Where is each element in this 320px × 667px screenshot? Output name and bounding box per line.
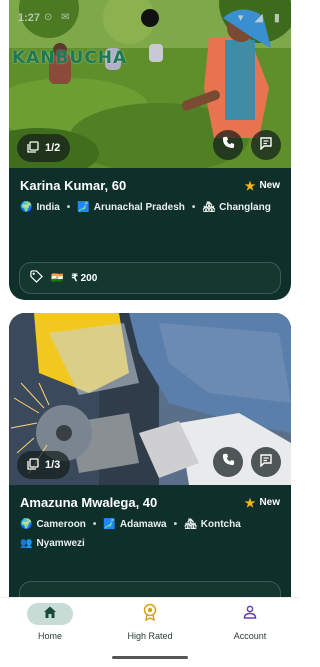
new-label: New <box>259 180 280 191</box>
state-label: Adamawa <box>119 519 167 530</box>
profile-card[interactable]: 1/2 Karina Kumar, 60 ★ New 🌍 India • 🗾 A… <box>9 0 291 300</box>
gesture-bar[interactable] <box>112 656 188 659</box>
profile-name: Karina Kumar, 60 <box>20 178 127 193</box>
nav-active-pill <box>27 603 73 625</box>
call-button[interactable] <box>213 447 243 477</box>
people-icon: 👥 <box>20 538 33 549</box>
app-screen: 1/2 Karina Kumar, 60 ★ New 🌍 India • 🗾 A… <box>0 0 300 667</box>
tag-icon <box>30 270 43 286</box>
new-label: New <box>259 497 280 508</box>
separator-dot: • <box>191 202 196 213</box>
map-icon: 🗾 <box>103 519 116 530</box>
state-label: Arunachal Pradesh <box>93 202 185 213</box>
house-icon: 🏘 <box>184 519 197 530</box>
photo-counter-pill[interactable]: 1/2 <box>17 134 71 162</box>
ethnicity-label: Nyamwezi <box>36 538 85 549</box>
globe-icon: 🌍 <box>20 202 33 213</box>
country-label: India <box>36 202 60 213</box>
profile-feed[interactable]: 1/2 Karina Kumar, 60 ★ New 🌍 India • 🗾 A… <box>0 0 300 597</box>
chat-icon <box>259 136 273 155</box>
phone-icon <box>222 453 235 471</box>
app-logo: KANBUCHA <box>12 48 128 68</box>
flag-icon: 🇮🇳 <box>51 272 64 284</box>
gallery-icon <box>27 457 39 473</box>
ethnicity-row: 👥 Nyamwezi <box>20 538 280 549</box>
town-label: Kontcha <box>200 519 241 530</box>
card-body: Amazuna Mwalega, 40 ★ New 🌍 Cameroon • 🗾… <box>9 495 291 549</box>
separator-dot: • <box>66 202 71 213</box>
location-row: 🌍 India • 🗾 Arunachal Pradesh • 🏘 Changl… <box>20 202 280 213</box>
gallery-icon <box>27 140 39 156</box>
call-button[interactable] <box>213 130 243 160</box>
message-button[interactable] <box>251 447 281 477</box>
medal-icon <box>142 603 158 626</box>
country-label: Cameroon <box>36 519 86 530</box>
star-icon: ★ <box>244 178 256 193</box>
location-row: 🌍 Cameroon • 🗾 Adamawa • 🏘 Kontcha <box>20 519 280 530</box>
new-badge: ★ New <box>245 179 280 193</box>
nav-high-rated[interactable]: High Rated <box>100 603 200 641</box>
nav-label: High Rated <box>127 631 173 641</box>
separator-dot: • <box>173 519 178 530</box>
price-label: ₹ 200 <box>71 272 98 284</box>
new-badge: ★ New <box>245 496 280 510</box>
photo-counter: 1/3 <box>45 459 61 471</box>
house-icon: 🏘 <box>202 202 216 213</box>
profile-photo[interactable]: 1/3 <box>9 313 291 485</box>
camera-cutout <box>141 9 159 27</box>
notification-icons: ⊙ ✉ <box>44 12 73 23</box>
home-icon <box>43 605 57 624</box>
status-bar: 1:27 ⊙ ✉ ▾ ◢ ▮ <box>0 0 300 36</box>
profile-name: Amazuna Mwalega, 40 <box>20 495 158 510</box>
price-chip[interactable] <box>19 581 281 597</box>
nav-icon-container <box>227 603 273 625</box>
star-icon: ★ <box>244 495 256 510</box>
nav-label: Account <box>233 631 267 641</box>
photo-counter-pill[interactable]: 1/3 <box>17 451 71 479</box>
separator-dot: • <box>92 519 97 530</box>
phone-icon <box>222 136 235 154</box>
town-label: Changlang <box>219 202 271 213</box>
photo-counter: 1/2 <box>45 142 61 154</box>
status-time: 1:27 <box>18 12 41 24</box>
price-chip[interactable]: 🇮🇳 ₹ 200 <box>19 262 281 294</box>
nav-label: Home <box>37 631 62 641</box>
person-icon <box>243 605 257 624</box>
system-icons: ▾ ◢ ▮ <box>237 12 284 24</box>
profile-card[interactable]: 1/3 Amazuna Mwalega, 40 ★ New 🌍 Cameroon… <box>9 313 291 597</box>
map-icon: 🗾 <box>77 202 90 213</box>
chat-icon <box>259 453 273 472</box>
card-body: Karina Kumar, 60 ★ New 🌍 India • 🗾 Aruna… <box>9 178 291 213</box>
nav-account[interactable]: Account <box>200 603 300 641</box>
globe-icon: 🌍 <box>20 519 33 530</box>
nav-icon-container <box>127 603 173 625</box>
message-button[interactable] <box>251 130 281 160</box>
nav-home[interactable]: Home <box>0 603 100 641</box>
